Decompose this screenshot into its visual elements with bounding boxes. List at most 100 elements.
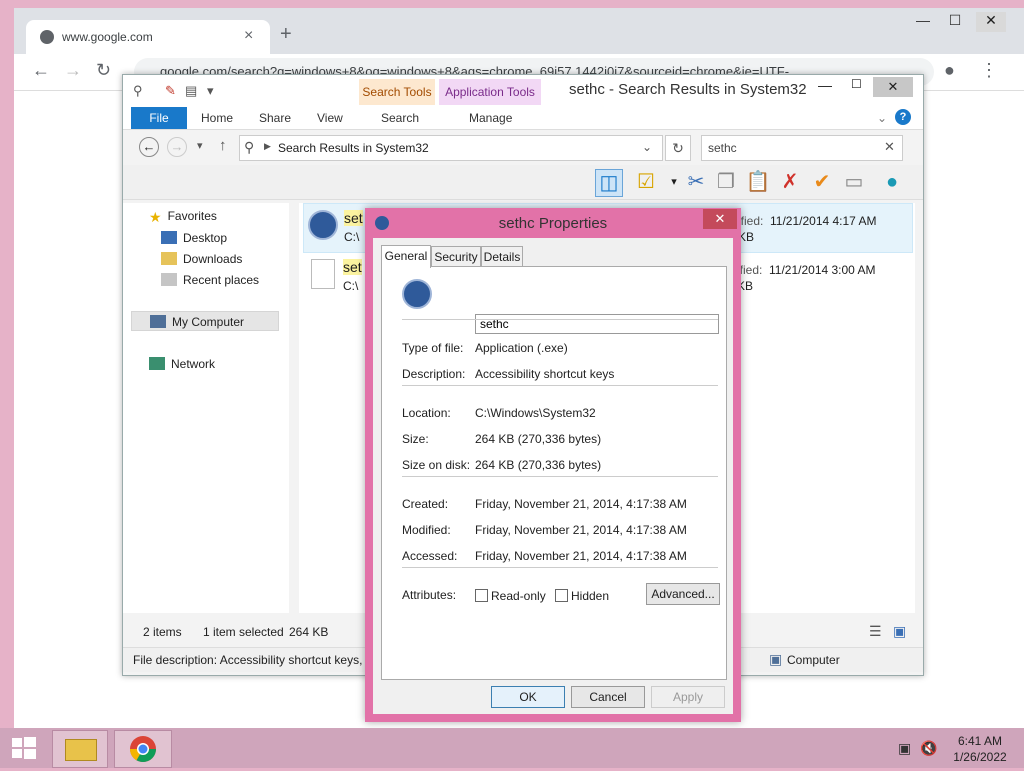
large-icons-view-icon[interactable]: ▣ <box>893 623 906 640</box>
nav-network-label: Network <box>171 357 216 371</box>
application-tools-context-tab[interactable]: Application Tools <box>439 79 541 105</box>
tab-search[interactable]: Search <box>381 111 419 125</box>
tab-general[interactable]: General <box>381 245 431 268</box>
checkmark-icon[interactable]: ✔ <box>809 169 835 195</box>
new-folder-icon[interactable]: ▤ <box>185 83 197 99</box>
address-bar[interactable]: ⚲ ▶ Search Results in System32 ⌄ <box>239 135 663 161</box>
file-name: set <box>343 259 362 275</box>
menu-dots-icon[interactable]: ⋮ <box>980 60 998 81</box>
nav-desktop-label: Desktop <box>183 231 228 245</box>
properties-check-icon[interactable]: ☑ <box>633 169 659 195</box>
customize-quick-access-icon[interactable]: ▾ <box>207 83 214 99</box>
rename-icon[interactable]: ▭ <box>841 169 867 195</box>
preview-pane-icon[interactable]: ◫ <box>595 169 623 197</box>
file-name-field[interactable] <box>475 314 719 334</box>
type-value: Application (.exe) <box>475 341 568 355</box>
zone-label: Computer <box>787 653 840 667</box>
dialog-titlebar[interactable]: sethc Properties ✕ <box>365 208 741 238</box>
nav-recent[interactable]: Recent places <box>161 273 259 287</box>
hidden-checkbox[interactable] <box>555 589 568 602</box>
description-value: Accessibility shortcut keys <box>475 367 615 381</box>
nav-favorites[interactable]: ★ Favorites <box>149 209 217 225</box>
chrome-minimize-button[interactable]: — <box>908 12 938 28</box>
volume-muted-icon[interactable]: 🔇 <box>920 740 937 757</box>
globe-icon[interactable]: ● <box>879 169 905 195</box>
tab-manage[interactable]: Manage <box>469 111 512 125</box>
advanced-button[interactable]: Advanced... <box>646 583 720 605</box>
apply-button[interactable]: Apply <box>651 686 725 708</box>
taskbar-explorer-button[interactable] <box>52 730 108 768</box>
paste-icon[interactable]: 📋 <box>745 169 771 195</box>
chrome-tab[interactable]: www.google.com × <box>26 20 270 54</box>
dialog-body: General Security Details Type of file: A… <box>373 238 733 714</box>
start-button[interactable] <box>0 728 48 768</box>
ok-button[interactable]: OK <box>491 686 565 708</box>
explorer-close-button[interactable]: ✕ <box>873 77 913 97</box>
new-tab-button[interactable]: + <box>280 23 292 46</box>
tab-home[interactable]: Home <box>201 111 233 125</box>
cancel-button[interactable]: Cancel <box>571 686 645 708</box>
hidden-label: Hidden <box>571 589 610 603</box>
size-label: Size: <box>402 432 429 446</box>
network-tray-icon[interactable]: ▣ <box>898 740 911 757</box>
delete-icon[interactable]: ✗ <box>777 169 803 195</box>
nav-downloads[interactable]: Downloads <box>161 252 242 266</box>
ribbon-expand-icon[interactable]: ⌄ <box>877 111 887 125</box>
tab-view[interactable]: View <box>317 111 343 125</box>
explorer-maximize-button[interactable]: ☐ <box>851 77 862 91</box>
chrome-maximize-button[interactable]: ☐ <box>940 12 970 29</box>
refresh-icon[interactable]: ↻ <box>665 135 691 161</box>
nav-network[interactable]: Network <box>149 357 215 371</box>
address-dropdown-icon[interactable]: ⌄ <box>642 140 652 154</box>
size-value: 264 KB (270,336 bytes) <box>475 432 602 446</box>
nav-computer[interactable]: My Computer <box>131 311 279 331</box>
help-icon[interactable]: ? <box>895 109 911 125</box>
chevron-right-icon: ▶ <box>264 141 271 151</box>
clock-date[interactable]: 1/26/2022 <box>940 750 1020 764</box>
size-on-disk-value: 264 KB (270,336 bytes) <box>475 458 602 472</box>
read-only-checkbox[interactable] <box>475 589 488 602</box>
forward-icon[interactable]: → <box>167 137 187 157</box>
tab-security[interactable]: Security <box>431 246 481 267</box>
clear-search-icon[interactable]: ✕ <box>884 139 895 155</box>
file-path: C:\ <box>344 230 360 244</box>
computer-icon <box>150 315 166 328</box>
recent-locations-icon[interactable]: ▾ <box>197 139 203 152</box>
search-input[interactable]: sethc <box>708 141 737 155</box>
modified-value: Friday, November 21, 2014, 4:17:38 AM <box>475 523 687 537</box>
properties-icon[interactable]: ✎ <box>165 83 176 99</box>
tab-file[interactable]: File <box>131 107 187 129</box>
search-tools-context-tab[interactable]: Search Tools <box>359 79 435 105</box>
profile-icon[interactable]: ● <box>944 60 955 81</box>
search-icon[interactable]: ⚲ <box>133 83 143 99</box>
search-box[interactable]: sethc ✕ <box>701 135 903 161</box>
explorer-minimize-button[interactable]: — <box>818 77 832 93</box>
nav-desktop[interactable]: Desktop <box>161 231 227 245</box>
copy-icon[interactable]: ❐ <box>713 169 739 195</box>
reload-icon[interactable]: ↻ <box>96 60 111 81</box>
item-count: 2 items <box>143 625 182 639</box>
modified-date: 11/21/2014 4:17 AM <box>770 214 877 228</box>
forward-arrow-icon[interactable]: → <box>64 60 82 81</box>
taskbar-chrome-button[interactable] <box>114 730 172 768</box>
tab-details[interactable]: Details <box>481 246 523 267</box>
up-icon[interactable]: ↑ <box>219 137 227 154</box>
nav-recent-label: Recent places <box>183 273 260 287</box>
dialog-close-button[interactable]: ✕ <box>703 209 737 229</box>
nav-favorites-label: Favorites <box>167 209 217 223</box>
recent-places-icon <box>161 273 177 286</box>
back-icon[interactable]: ← <box>139 137 159 157</box>
created-label: Created: <box>402 497 449 511</box>
clock-time[interactable]: 6:41 AM <box>940 734 1020 748</box>
details-view-icon[interactable]: ☰ <box>869 623 882 640</box>
back-arrow-icon[interactable]: ← <box>32 60 50 81</box>
chrome-tab-strip: www.google.com × + — ☐ ✕ <box>14 8 1024 54</box>
accessed-value: Friday, November 21, 2014, 4:17:38 AM <box>475 549 687 563</box>
network-icon <box>149 357 165 370</box>
close-tab-icon[interactable]: × <box>244 27 253 45</box>
cut-icon[interactable]: ✂ <box>683 169 709 195</box>
command-bar: ◫ ☑ ▾ ✂ ❐ 📋 ✗ ✔ ▭ ● <box>123 165 923 200</box>
tab-share[interactable]: Share <box>259 111 291 125</box>
chrome-close-button[interactable]: ✕ <box>976 12 1006 32</box>
breadcrumb[interactable]: Search Results in System32 <box>278 141 429 155</box>
